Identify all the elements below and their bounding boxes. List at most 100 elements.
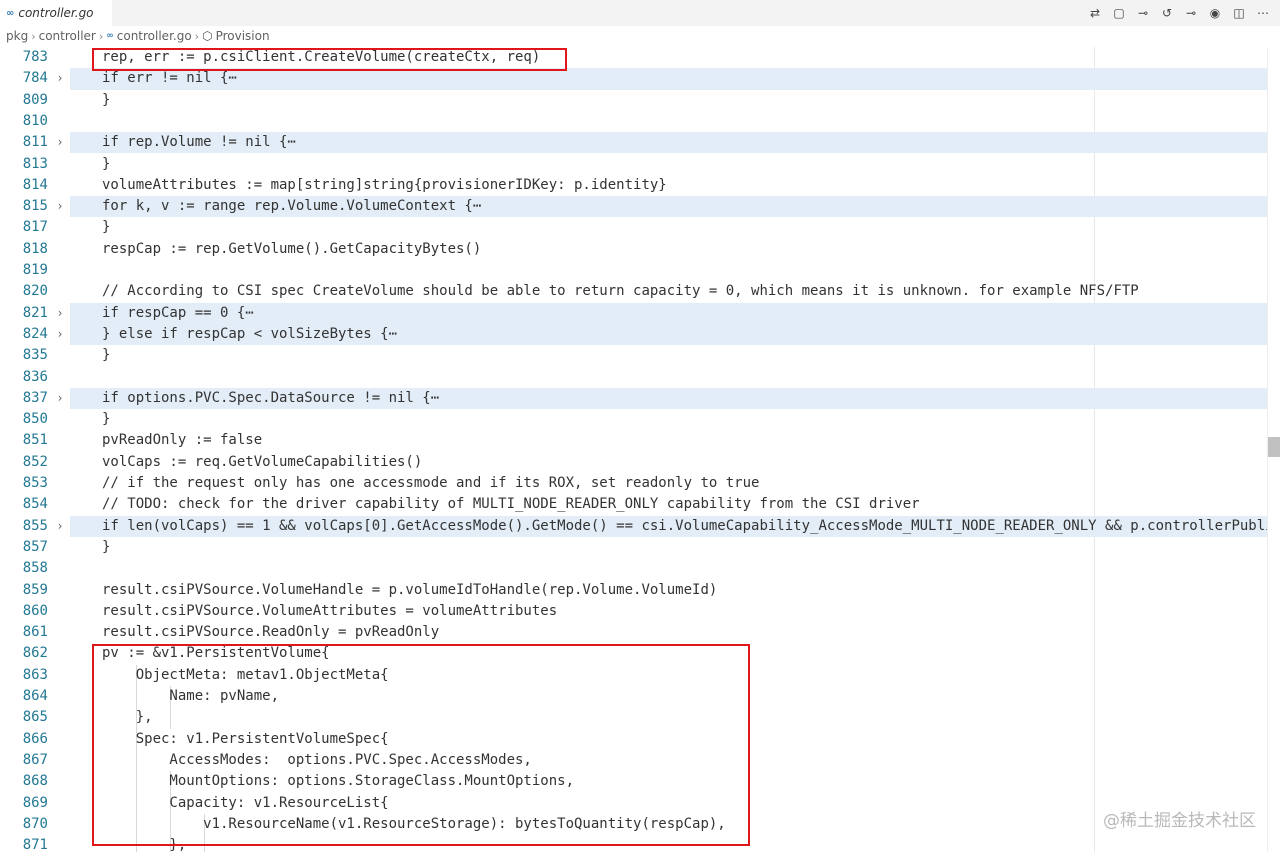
line-number: 862 — [22, 645, 48, 662]
code-text: } — [102, 538, 111, 555]
code-line[interactable]: 817} — [0, 217, 1268, 238]
code-line[interactable]: 824 ›} else if respCap < volSizeBytes {⋯ — [0, 323, 1268, 346]
fold-chevron-icon[interactable]: › — [53, 196, 67, 217]
code-line[interactable]: 809} — [0, 90, 1268, 111]
code-line[interactable]: 861 result.csiPVSource.ReadOnly = pvReadO… — [0, 622, 1268, 643]
line-number: 863 — [22, 666, 48, 683]
code-line[interactable]: 835} — [0, 345, 1268, 366]
code-line[interactable]: 811 › if rep.Volume != nil {⋯ — [0, 132, 1268, 154]
line-number: 869 — [22, 794, 48, 811]
vertical-scrollbar[interactable] — [1267, 47, 1280, 852]
line-number: 836 — [22, 368, 48, 385]
code-line[interactable]: 837 › if options.PVC.Spec.DataSource != ni… — [0, 387, 1268, 410]
code-line[interactable]: 852 volCaps := req.GetVolumeCapabilities(… — [0, 452, 1268, 473]
line-number: 859 — [22, 581, 48, 598]
code-text: result.csiPVSource.VolumeHandle = p.volu… — [102, 581, 718, 598]
run-icon[interactable]: ◉ — [1206, 4, 1224, 22]
fold-chevron-icon[interactable]: › — [53, 68, 67, 89]
code-line[interactable]: 855 › if len(volCaps) == 1 && volCaps[0].G… — [0, 515, 1268, 538]
code-text: } — [102, 411, 111, 428]
code-text: result.csiPVSource.VolumeAttributes = vo… — [102, 602, 558, 619]
code-line[interactable]: 815 › for k, v := range rep.Volume.VolumeC… — [0, 196, 1268, 218]
more-actions-icon[interactable]: ⋯ — [1254, 4, 1272, 22]
code-text: } — [102, 347, 111, 364]
line-number: 867 — [22, 751, 48, 768]
code-text: if rep.Volume != nil {⋯ — [102, 134, 296, 151]
fold-chevron-icon[interactable]: › — [53, 516, 67, 537]
line-number: 810 — [22, 112, 48, 129]
code-line[interactable]: 836 — [0, 367, 1268, 388]
line-number: 861 — [22, 624, 48, 641]
line-number: 813 — [22, 155, 48, 172]
breadcrumb-item-controller[interactable]: controller — [39, 29, 96, 43]
code-text: volCaps := req.GetVolumeCapabilities() — [102, 453, 423, 470]
code-line[interactable]: 853 // if the request only has one access… — [0, 473, 1268, 494]
split-editor-icon[interactable]: ◫ — [1230, 4, 1248, 22]
line-number: 854 — [22, 496, 48, 513]
editor-actions: ⇄ ▢ ⊸ ↺ ⊸ ◉ ◫ ⋯ — [1086, 0, 1272, 26]
code-line[interactable]: 819 — [0, 260, 1268, 281]
breadcrumb: pkg › controller › ∞ controller.go › ⬡ P… — [0, 26, 1280, 46]
code-line[interactable]: 814 volumeAttributes := map[string]string… — [0, 175, 1268, 196]
code-line[interactable]: 857} — [0, 537, 1268, 558]
fold-chevron-icon[interactable]: › — [53, 303, 67, 324]
line-number: 811 — [22, 134, 48, 151]
tab-bar: ∞ controller.go ⇄ ▢ ⊸ ↺ ⊸ ◉ ◫ ⋯ — [0, 0, 1280, 26]
breadcrumb-item-file[interactable]: controller.go — [117, 29, 192, 43]
code-line[interactable]: 821 › if respCap == 0 {⋯ — [0, 302, 1268, 325]
open-changes-icon[interactable]: ▢ — [1110, 4, 1128, 22]
fold-chevron-icon[interactable]: › — [53, 324, 67, 345]
code-text: result.csiPVSource.ReadOnly = pvReadOnly — [102, 624, 440, 641]
code-text: volumeAttributes := map[string]string{pr… — [102, 176, 667, 193]
go-file-icon: ∞ — [6, 7, 15, 19]
line-number: 784 — [22, 70, 48, 87]
code-line[interactable]: 854 // TODO: check for the driver capabil… — [0, 494, 1268, 515]
line-number: 817 — [22, 219, 48, 236]
highlight-box-persistentvolume — [92, 644, 750, 846]
line-number: 855 — [22, 517, 48, 534]
line-number: 860 — [22, 602, 48, 619]
line-number: 783 — [22, 49, 48, 65]
code-text: if err != nil {⋯ — [102, 70, 237, 87]
code-text: if len(volCaps) == 1 && volCaps[0].GetAc… — [102, 517, 1268, 534]
compare-changes-icon[interactable]: ⇄ — [1086, 4, 1104, 22]
line-number: 851 — [22, 432, 48, 449]
code-line[interactable]: 850} — [0, 409, 1268, 430]
code-line[interactable]: 810 — [0, 111, 1268, 132]
code-line[interactable]: 813} — [0, 154, 1268, 175]
line-number: 835 — [22, 347, 48, 364]
line-number: 820 — [22, 283, 48, 300]
line-number: 853 — [22, 475, 48, 491]
fold-chevron-icon[interactable]: › — [53, 388, 67, 409]
code-text: } else if respCap < volSizeBytes {⋯ — [102, 325, 398, 342]
breadcrumb-item-provision[interactable]: Provision — [216, 29, 270, 43]
go-file-icon: ∞ — [106, 31, 114, 41]
code-line[interactable]: 860 result.csiPVSource.VolumeAttributes =… — [0, 601, 1268, 622]
code-text: } — [102, 91, 111, 108]
line-number: 865 — [22, 709, 48, 726]
code-line[interactable]: 859 result.csiPVSource.VolumeHandle = p.v… — [0, 580, 1268, 601]
chevron-right-icon: › — [98, 29, 104, 43]
code-text: // According to CSI spec CreateVolume sh… — [102, 283, 1139, 300]
line-number: 858 — [22, 560, 48, 577]
line-number: 864 — [22, 688, 48, 704]
previous-change-icon[interactable]: ⊸ — [1134, 4, 1152, 22]
scrollbar-thumb[interactable] — [1268, 437, 1280, 457]
next-change-icon[interactable]: ⊸ — [1182, 4, 1200, 22]
revert-icon[interactable]: ↺ — [1158, 4, 1176, 22]
code-line[interactable]: 851 pvReadOnly := false — [0, 430, 1268, 451]
code-line[interactable]: 818 respCap := rep.GetVolume().GetCapacit… — [0, 239, 1268, 260]
line-number: 821 — [22, 304, 48, 321]
breadcrumb-item-pkg[interactable]: pkg — [6, 29, 28, 43]
code-text: if options.PVC.Spec.DataSource != nil {⋯ — [102, 389, 440, 406]
fold-chevron-icon[interactable]: › — [53, 132, 67, 153]
code-text: if respCap == 0 {⋯ — [102, 304, 254, 321]
code-line[interactable]: 820 // According to CSI spec CreateVolume… — [0, 281, 1268, 302]
line-number: 868 — [22, 773, 48, 790]
tab-controller-go[interactable]: ∞ controller.go — [0, 0, 112, 26]
line-number: 870 — [22, 815, 48, 832]
code-line[interactable]: 784 › if err != nil {⋯ — [0, 68, 1268, 90]
code-line[interactable]: 858 — [0, 558, 1268, 579]
code-text: pvReadOnly := false — [102, 432, 263, 449]
code-text: // TODO: check for the driver capability… — [102, 496, 920, 513]
